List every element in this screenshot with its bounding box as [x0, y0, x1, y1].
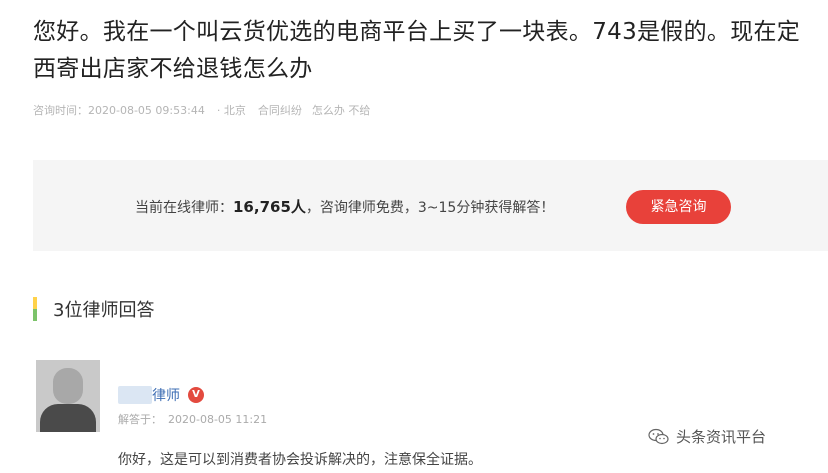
urgent-consult-button[interactable]: 紧急咨询: [626, 190, 731, 224]
lawyer-name-row: 律师 V: [118, 384, 204, 406]
lawyer-avatar[interactable]: [36, 360, 100, 432]
consult-location: · 北京: [216, 104, 246, 117]
tag-what-to-do[interactable]: 怎么办 不给: [312, 102, 371, 118]
avatar-body: [40, 404, 96, 432]
question-meta: 咨询时间：2020-08-05 09:53:44 · 北京 合同纠纷 怎么办 不…: [33, 101, 380, 119]
avatar-head: [53, 368, 83, 404]
answer-meta: 解答于： 2020-08-05 11:21: [118, 411, 267, 427]
verified-badge-icon: V: [188, 387, 204, 403]
section-accent-bar: [33, 297, 37, 321]
watermark: 头条资讯平台: [648, 426, 766, 447]
answers-section-title: 3位律师回答: [53, 300, 155, 321]
lawyer-name-link[interactable]: 律师: [152, 385, 180, 405]
question-title: 您好。我在一个叫云货优选的电商平台上买了一块表。743是假的。现在定西寄出店家不…: [33, 19, 801, 82]
blurred-name: [118, 386, 152, 404]
consult-banner: 当前在线律师：16,765人，咨询律师免费，3~15分钟获得解答！ 紧急咨询: [33, 160, 828, 251]
wechat-icon: [648, 428, 669, 444]
answer-time: 2020-08-05 11:21: [168, 413, 268, 426]
tag-contract-dispute[interactable]: 合同纠纷: [258, 102, 302, 118]
answer-text: 你好，这是可以到消费者协会投诉解决的，注意保全证据。: [118, 452, 482, 468]
answer-time-label: 解答于：: [118, 413, 162, 426]
online-lawyers-prefix: 当前在线律师：: [135, 200, 233, 216]
online-lawyers-count: 16,765人: [233, 198, 306, 216]
answers-section-header: 3位律师回答: [33, 296, 154, 322]
watermark-text: 头条资讯平台: [676, 428, 767, 446]
online-lawyers-text: 当前在线律师：16,765人，咨询律师免费，3~15分钟获得解答！: [135, 196, 554, 217]
consult-time: 咨询时间：2020-08-05 09:53:44: [33, 104, 205, 117]
online-lawyers-suffix: ，咨询律师免费，3~15分钟获得解答！: [305, 200, 555, 216]
